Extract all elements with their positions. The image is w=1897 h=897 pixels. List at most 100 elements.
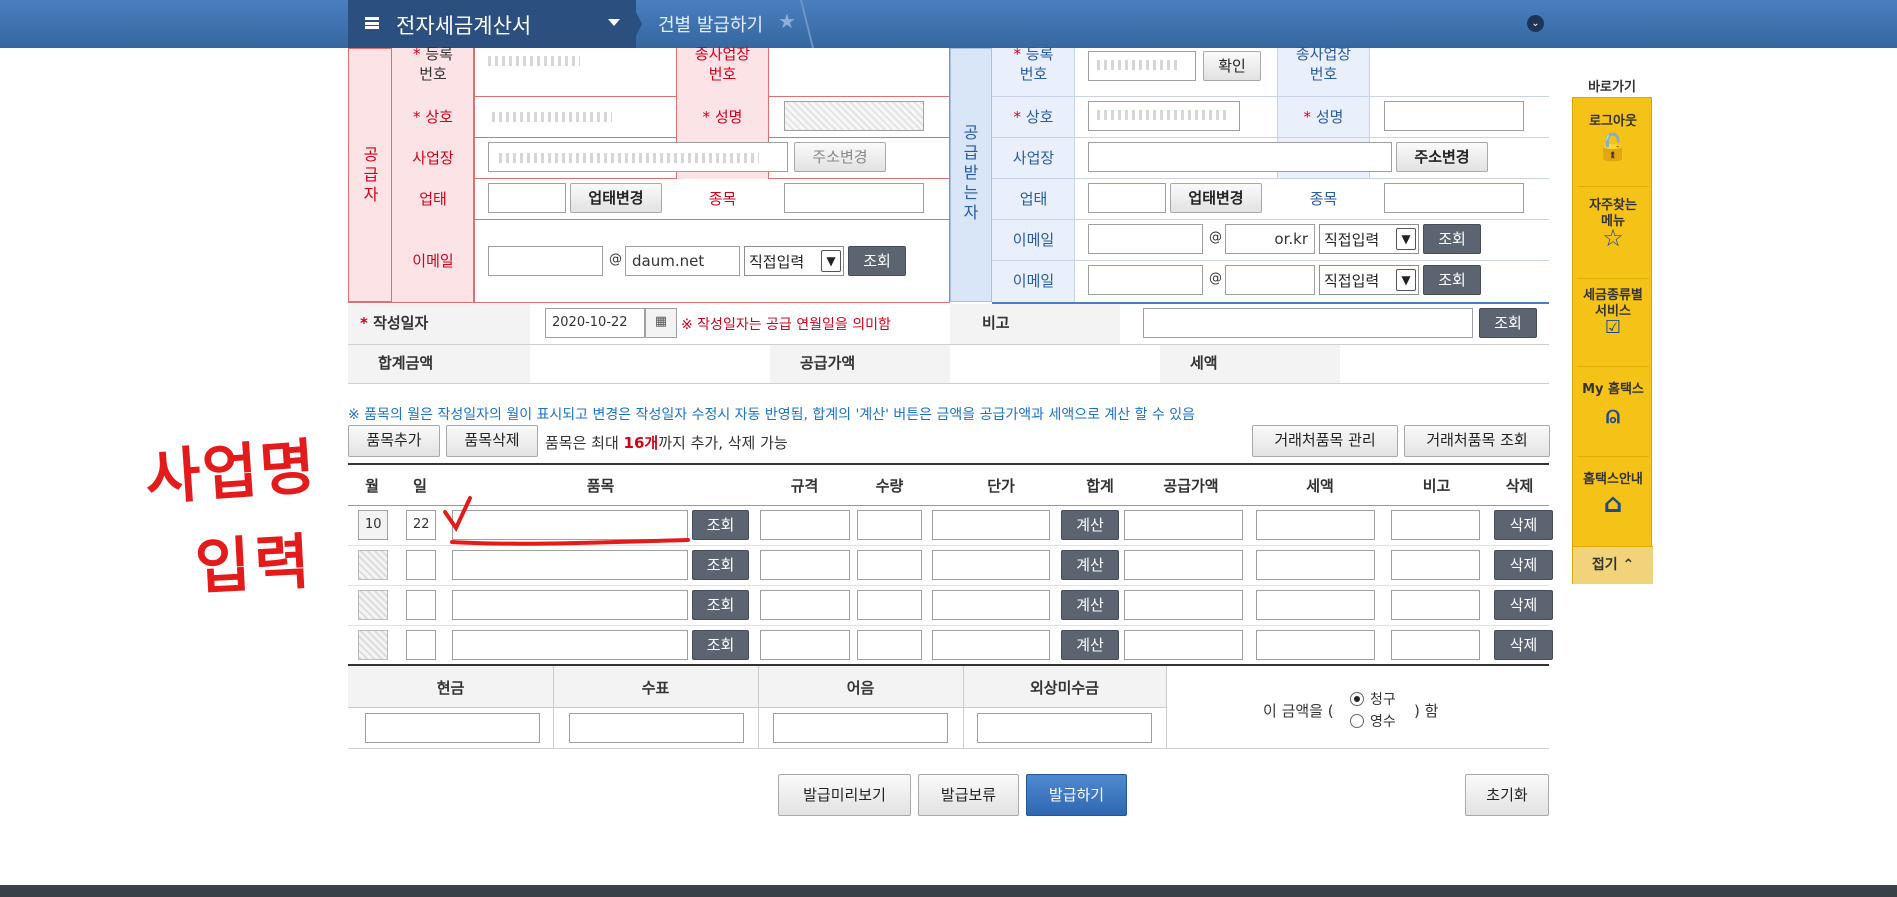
cash-input[interactable] [365,713,540,743]
menu-title[interactable]: 전자세금계산서 [396,10,531,40]
day-input[interactable] [406,550,436,580]
qty-input[interactable] [857,550,922,580]
quick-hometax-guide[interactable]: 홈택스안내 ⌂ [1573,468,1653,519]
issue-preview-button[interactable]: 발급미리보기 [778,774,911,816]
date-input[interactable]: 2020-10-22 [545,308,645,338]
receiver-email1-domain-input[interactable]: or.kr [1225,224,1315,254]
caret-down-icon[interactable] [608,19,620,26]
remark-input[interactable] [1391,590,1480,620]
delete-row-button[interactable]: 삭제 [1494,630,1553,660]
receiver-email1-search-button[interactable]: 조회 [1423,224,1481,254]
tax-amount-input[interactable] [1256,510,1375,540]
supply-amount-input[interactable] [1124,550,1243,580]
supply-amount-label: 공급가액 [800,354,856,372]
supplier-email-domain-select[interactable]: 직접입력 ▼ [744,246,844,276]
unit-price-input[interactable] [932,550,1050,580]
quick-logout[interactable]: 로그아웃 🔓 [1573,110,1653,163]
delete-row-button[interactable]: 삭제 [1494,590,1553,620]
item-search-button[interactable]: 조회 [692,590,749,620]
item-name-input[interactable] [452,590,688,620]
receiver-email2-domain-select[interactable]: 직접입력 ▼ [1319,265,1419,295]
supplier-email-domain-input[interactable]: daum.net [625,246,740,276]
item-name-input[interactable] [452,550,688,580]
calc-button[interactable]: 계산 [1061,590,1119,620]
remark-search-button[interactable]: 조회 [1479,308,1537,338]
unit-price-input[interactable] [932,510,1050,540]
supplier-address-change-button[interactable]: 주소변경 [794,142,886,172]
reset-button[interactable]: 초기화 [1465,774,1549,816]
delete-row-button[interactable]: 삭제 [1494,510,1553,540]
unit-price-input[interactable] [932,630,1050,660]
issue-hold-button[interactable]: 발급보류 [918,774,1019,816]
qty-input[interactable] [857,510,922,540]
quick-my-hometax[interactable]: My 홈택스 ⍝ [1573,378,1653,429]
remark-input[interactable] [1391,630,1480,660]
supply-amount-input[interactable] [1124,510,1243,540]
supplier-address-input[interactable] [488,142,788,172]
tax-amount-input[interactable] [1256,630,1375,660]
receiver-company-input[interactable] [1088,101,1240,131]
supplier-item-input[interactable] [784,183,924,213]
issue-button[interactable]: 발급하기 [1026,774,1127,816]
receiver-email2-search-button[interactable]: 조회 [1423,265,1481,295]
day-input[interactable] [406,590,436,620]
manage-partner-items-button[interactable]: 거래처품목 관리 [1252,425,1398,457]
check-input[interactable] [569,713,744,743]
receivable-input[interactable] [977,713,1152,743]
remark-input[interactable] [1143,308,1473,338]
delete-item-button[interactable]: 품목삭제 [446,425,538,457]
receiver-address-input[interactable] [1088,142,1392,172]
quick-favorites[interactable]: 자주찾는 메뉴 ☆ [1573,198,1653,250]
spec-input[interactable] [760,510,850,540]
spec-input[interactable] [760,590,850,620]
quick-tax-services[interactable]: 세금종류별 서비스 ☑ [1573,288,1653,337]
qty-input[interactable] [857,590,922,620]
spec-input[interactable] [760,550,850,580]
remark-input[interactable] [1391,510,1480,540]
item-search-button[interactable]: 조회 [692,630,749,660]
tax-amount-input[interactable] [1256,590,1375,620]
supplier-email-search-button[interactable]: 조회 [848,246,906,276]
supplier-email-id-input[interactable] [488,246,603,276]
remark-input[interactable] [1391,550,1480,580]
receiver-item-input[interactable] [1384,183,1524,213]
receiver-regno-input[interactable] [1088,51,1196,81]
supply-amount-input[interactable] [1124,590,1243,620]
qty-input[interactable] [857,630,922,660]
tax-amount-input[interactable] [1256,550,1375,580]
day-input[interactable]: 22 [406,510,436,540]
calendar-icon[interactable]: ▦ [645,308,677,338]
claim-radio[interactable] [1350,692,1364,706]
receiver-confirm-button[interactable]: 확인 [1203,51,1261,81]
receiver-biztype-change-button[interactable]: 업태변경 [1170,183,1262,213]
supplier-biztype-change-button[interactable]: 업태변경 [570,183,662,213]
chevron-down-icon[interactable]: ⌄ [1527,15,1544,32]
spec-input[interactable] [760,630,850,660]
receiver-biztype-input[interactable] [1088,183,1166,213]
receiver-email1-domain-select[interactable]: 직접입력 ▼ [1319,224,1419,254]
supply-amount-input[interactable] [1124,630,1243,660]
quick-fold-button[interactable]: 접기 ⌃ [1573,546,1653,584]
add-item-button[interactable]: 품목추가 [348,425,440,457]
day-input[interactable] [406,630,436,660]
promissory-note-input[interactable] [773,713,948,743]
item-name-input[interactable] [452,630,688,660]
lookup-partner-items-button[interactable]: 거래처품목 조회 [1404,425,1550,457]
receipt-radio[interactable] [1350,714,1364,728]
calc-button[interactable]: 계산 [1061,630,1119,660]
receiver-address-change-button[interactable]: 주소변경 [1396,142,1488,172]
item-search-button[interactable]: 조회 [692,510,749,540]
unit-price-input[interactable] [932,590,1050,620]
receiver-ceo-input[interactable] [1384,101,1524,131]
calc-button[interactable]: 계산 [1061,550,1119,580]
supplier-biztype-input[interactable] [488,183,566,213]
hamburger-icon[interactable] [365,17,379,29]
receiver-email2-domain-input[interactable] [1225,265,1315,295]
delete-row-button[interactable]: 삭제 [1494,550,1553,580]
menu-dropdown[interactable]: 전자세금계산서 [348,0,636,48]
item-search-button[interactable]: 조회 [692,550,749,580]
receiver-email1-id-input[interactable] [1088,224,1203,254]
breadcrumb-current[interactable]: 건별 발급하기 [658,11,763,37]
calc-button[interactable]: 계산 [1061,510,1119,540]
receiver-email2-id-input[interactable] [1088,265,1203,295]
